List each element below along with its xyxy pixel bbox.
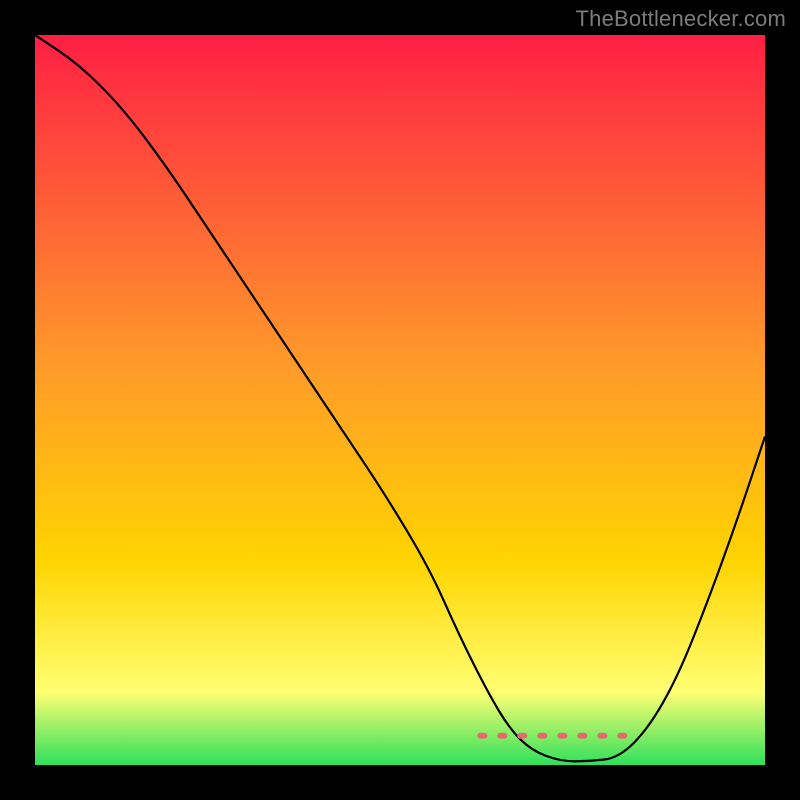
plot-frame bbox=[35, 35, 765, 765]
chart-svg bbox=[35, 35, 765, 765]
watermark-text: TheBottlenecker.com bbox=[576, 6, 786, 32]
chart-stage: TheBottlenecker.com bbox=[0, 0, 800, 800]
gradient-background bbox=[35, 35, 765, 765]
